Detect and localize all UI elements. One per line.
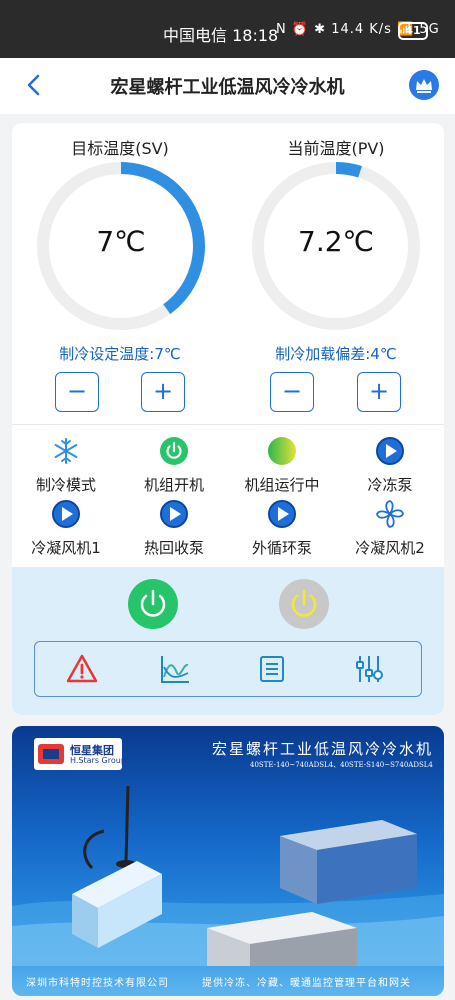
play-icon — [160, 500, 188, 528]
status-label: 机组运行中 — [244, 476, 320, 494]
status-bar: 中国电信 18:18 N ⏰ ✱ 14.4 K/s 📶 5G 41 — [0, 0, 455, 58]
alarm-icon[interactable] — [66, 653, 98, 685]
setpoint-increase-button[interactable]: + — [141, 372, 185, 412]
banner-models: 40STE-140~740ADSL4、40STE-S140~S740ADSL4 — [250, 761, 433, 769]
page-title: 宏星螺杆工业低温风冷冷水机 — [110, 77, 345, 98]
power-on-button[interactable] — [128, 579, 178, 629]
crown-button[interactable] — [409, 70, 439, 100]
fan-icon — [376, 500, 404, 528]
chiller-unit-rear — [280, 820, 417, 904]
trend-chart-icon[interactable] — [159, 653, 191, 685]
battery-icon: 41 — [398, 22, 428, 40]
setpoint-decrease-button[interactable]: − — [55, 372, 99, 412]
status-condenser-fan-1: 冷凝风机1 — [12, 499, 120, 558]
target-temp-label: 目标温度(SV) — [71, 139, 169, 158]
current-temp-value: 7.2℃ — [298, 225, 374, 258]
divider — [12, 424, 444, 425]
crown-icon — [416, 79, 432, 93]
product-banner[interactable]: 恒星集团 H.Stars Group 宏星螺杆工业低温风冷冷水机 40STE-1… — [12, 726, 444, 996]
logo-subtext: H.Stars Group — [70, 756, 126, 765]
status-external-pump: 外循环泵 — [228, 499, 336, 558]
carrier-time: 中国电信 18:18 — [163, 26, 279, 45]
power-icon — [140, 589, 166, 617]
snowflake-icon — [54, 438, 78, 464]
status-heat-recovery-pump: 热回收泵 — [120, 499, 228, 558]
deviation-decrease-button[interactable]: − — [270, 372, 314, 412]
power-icon — [291, 589, 317, 617]
status-unit-running: 机组运行中 — [228, 436, 336, 495]
play-icon — [376, 437, 404, 465]
list-icon[interactable] — [256, 653, 288, 685]
banner-title: 宏星螺杆工业低温风冷冷水机 — [212, 740, 434, 758]
status-cooling-mode: 制冷模式 — [12, 436, 120, 495]
cooling-setpoint-label: 制冷设定温度:7℃ — [59, 345, 181, 363]
status-label: 热回收泵 — [143, 539, 204, 557]
status-label: 制冷模式 — [35, 476, 96, 494]
gateway-cable — [83, 829, 105, 870]
play-icon — [268, 500, 296, 528]
status-label: 冷冻泵 — [367, 476, 413, 494]
running-indicator-icon — [268, 437, 296, 465]
nav-bar: 宏星螺杆工业低温风冷冷水机 — [0, 58, 455, 114]
status-label: 机组开机 — [143, 476, 204, 494]
status-condenser-fan-2: 冷凝风机2 — [336, 499, 444, 558]
status-chilled-pump: 冷冻泵 — [336, 436, 444, 495]
status-label: 冷凝风机1 — [31, 539, 101, 557]
banner-slogan: 提供冷冻、冷藏、暖通监控管理平台和网关 — [202, 978, 411, 989]
tool-bar — [34, 641, 422, 697]
status-unit-on: 机组开机 — [120, 436, 228, 495]
power-off-button[interactable] — [279, 579, 329, 629]
hstars-logo-icon — [38, 744, 64, 764]
banner-artwork — [12, 785, 444, 966]
play-icon — [52, 500, 80, 528]
cooling-load-deviation-label: 制冷加载偏差:4℃ — [275, 345, 397, 363]
control-area — [12, 567, 444, 715]
power-on-icon — [160, 437, 188, 465]
settings-sliders-icon[interactable] — [353, 653, 385, 685]
banner-company: 深圳市科特时控技术有限公司 — [26, 978, 169, 989]
status-label: 冷凝风机2 — [355, 539, 425, 557]
control-panel: 目标温度(SV) 当前温度(PV) 7℃ 7.2℃ 制冷设定温度:7℃ 制冷加载… — [12, 123, 444, 715]
current-temp-label: 当前温度(PV) — [287, 139, 385, 158]
deviation-increase-button[interactable]: + — [357, 372, 401, 412]
antenna — [124, 785, 130, 862]
target-temp-value: 7℃ — [96, 225, 146, 258]
status-label: 外循环泵 — [251, 539, 312, 557]
